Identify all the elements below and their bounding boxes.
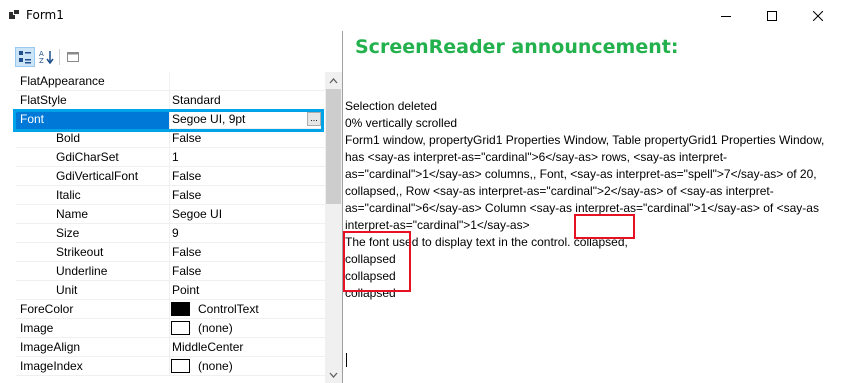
property-pages-icon[interactable] xyxy=(63,47,83,67)
property-row-flatappearance[interactable]: FlatAppearance xyxy=(16,72,325,91)
property-name: ForeColor xyxy=(20,302,74,316)
property-value[interactable]: 9 xyxy=(172,226,179,240)
property-value[interactable]: False xyxy=(172,131,201,145)
screenreader-panel: ScreenReader announcement: Selection del… xyxy=(343,31,841,383)
property-row-italic[interactable]: Italic False xyxy=(16,186,325,205)
window-title: Form1 xyxy=(26,8,64,22)
announcement-line: Selection deleted xyxy=(345,99,438,113)
property-row-gdiverticalfont[interactable]: GdiVerticalFont False xyxy=(16,167,325,186)
property-value[interactable]: MiddleCenter xyxy=(172,340,243,354)
toolbar-separator xyxy=(59,49,60,65)
property-name: GdiCharSet xyxy=(56,150,119,164)
property-value[interactable]: False xyxy=(172,169,201,183)
color-swatch xyxy=(171,321,190,335)
property-name: Image xyxy=(20,321,54,335)
property-value[interactable]: False xyxy=(172,264,201,278)
property-name: ImageIndex xyxy=(20,359,83,373)
column-divider xyxy=(169,167,170,186)
minimize-icon[interactable] xyxy=(703,0,749,31)
column-divider xyxy=(169,186,170,205)
collapsed-annotation-box xyxy=(574,214,635,239)
property-row-flatstyle[interactable]: FlatStyle Standard xyxy=(16,91,325,110)
property-row-underline[interactable]: Underline False xyxy=(16,262,325,281)
maximize-icon[interactable] xyxy=(749,0,795,31)
property-row-size[interactable]: Size 9 xyxy=(16,224,325,243)
property-value[interactable]: Standard xyxy=(172,93,221,107)
scrollbar-thumb[interactable] xyxy=(326,89,341,204)
title-bar: Form1 xyxy=(0,0,841,31)
column-divider xyxy=(169,205,170,224)
property-name: FlatAppearance xyxy=(20,74,105,88)
property-value[interactable]: (none) xyxy=(198,321,233,335)
font-row-focus-outline xyxy=(13,109,324,132)
color-swatch xyxy=(171,302,190,316)
column-divider xyxy=(169,243,170,262)
column-divider xyxy=(169,224,170,243)
column-divider xyxy=(169,338,170,357)
announcement-line: as="cardinal">1</say-as> columns,, Font,… xyxy=(345,167,817,181)
property-row-imagealign[interactable]: ImageAlign MiddleCenter xyxy=(16,338,325,357)
property-row-forecolor[interactable]: ForeColor ControlText xyxy=(16,300,325,319)
property-row-strikeout[interactable]: Strikeout False xyxy=(16,243,325,262)
text-caret xyxy=(346,353,347,367)
announcement-line: collapsed xyxy=(345,286,396,300)
vertical-scrollbar[interactable] xyxy=(325,72,342,383)
announcement-text: Selection deleted 0% vertically scrolled F… xyxy=(345,98,839,367)
column-divider xyxy=(169,281,170,300)
property-row-name[interactable]: Name Segoe UI xyxy=(16,205,325,224)
form-icon xyxy=(9,9,20,20)
reader-heading: ScreenReader announcement: xyxy=(355,36,679,58)
close-icon[interactable] xyxy=(795,0,841,31)
collapsed-lines-annotation-box xyxy=(343,231,411,292)
column-divider xyxy=(169,262,170,281)
announcement-line: collapsed,, Row <say-as interpret-as="ca… xyxy=(345,184,774,198)
property-name: Size xyxy=(56,226,80,240)
property-grid: A Z FlatAppearance FlatStyle Standard Font S… xyxy=(0,31,343,383)
column-divider xyxy=(169,319,170,338)
property-name: ImageAlign xyxy=(20,340,81,354)
property-value[interactable]: ControlText xyxy=(198,302,259,316)
property-name: FlatStyle xyxy=(20,93,67,107)
property-row-gdicharset[interactable]: GdiCharSet 1 xyxy=(16,148,325,167)
column-divider xyxy=(169,357,170,376)
announcement-line: Form1 window, propertyGrid1 Properties W… xyxy=(345,133,825,147)
announcement-line: collapsed xyxy=(345,269,396,283)
svg-text:Z: Z xyxy=(39,57,44,64)
color-swatch xyxy=(171,359,190,373)
alphabetical-sort-icon[interactable]: A Z xyxy=(37,47,57,67)
scroll-up-icon[interactable] xyxy=(325,72,342,89)
property-value[interactable]: False xyxy=(172,245,201,259)
column-divider xyxy=(169,72,170,91)
announcement-line: has <say-as interpret-as="cardinal">6</s… xyxy=(345,150,728,164)
column-divider xyxy=(169,91,170,110)
column-divider xyxy=(169,300,170,319)
property-value[interactable]: 1 xyxy=(172,150,179,164)
property-row-unit[interactable]: Unit Point xyxy=(16,281,325,300)
property-value[interactable]: Point xyxy=(172,283,199,297)
property-row-image[interactable]: Image (none) xyxy=(16,319,325,338)
scroll-down-icon[interactable] xyxy=(325,366,342,383)
categorized-icon[interactable] xyxy=(15,47,35,67)
property-value[interactable]: False xyxy=(172,188,201,202)
announcement-line: collapsed xyxy=(345,252,396,266)
property-value[interactable]: (none) xyxy=(198,359,233,373)
property-value[interactable]: Segoe UI xyxy=(172,207,222,221)
property-row-imageindex[interactable]: ImageIndex (none) xyxy=(16,357,325,376)
column-divider xyxy=(169,148,170,167)
announcement-line: 0% vertically scrolled xyxy=(345,116,458,130)
property-grid-toolbar: A Z xyxy=(0,31,343,72)
